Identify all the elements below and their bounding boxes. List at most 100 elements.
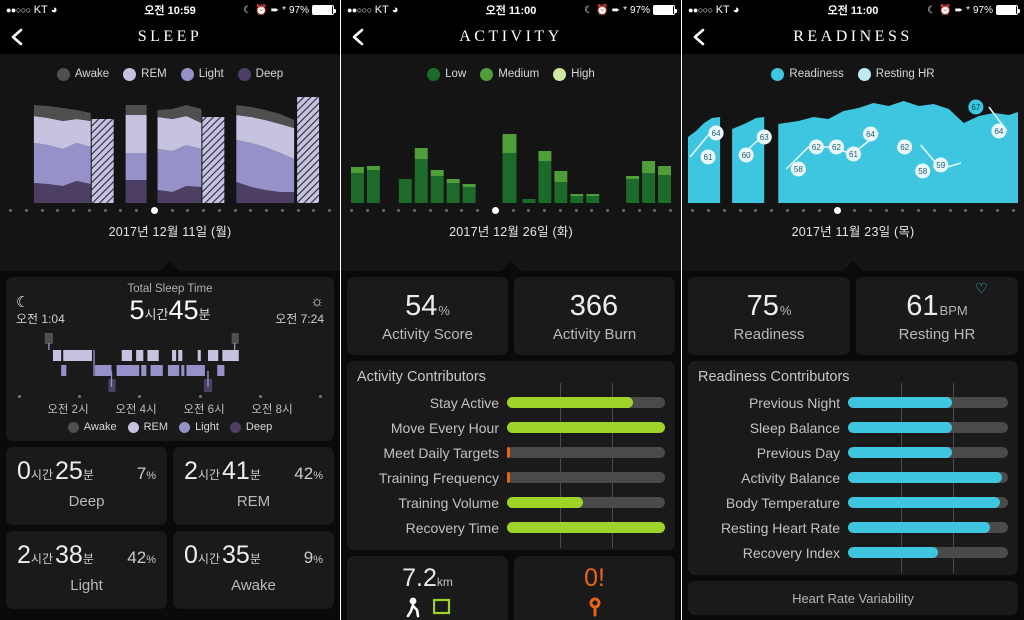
axis-dot[interactable]	[722, 208, 726, 212]
axis-dot[interactable]	[296, 208, 300, 212]
axis-dot[interactable]	[9, 208, 12, 212]
readiness-axis-dots[interactable]	[682, 206, 1024, 214]
axis-dot[interactable]	[103, 208, 107, 212]
axis-dot[interactable]	[869, 208, 873, 212]
activity-burn-card[interactable]: 366 Activity Burn	[514, 277, 675, 355]
activity-score-card[interactable]: 54 % Activity Score	[347, 277, 508, 355]
axis-dot[interactable]	[511, 208, 515, 212]
axis-dot[interactable]	[621, 208, 625, 212]
axis-dot[interactable]	[350, 208, 353, 212]
sleep-trend-chart[interactable]: Awake REM Light Deep 2017년 12월 11일 (월)	[0, 54, 340, 272]
axis-dot[interactable]	[853, 208, 857, 212]
axis-dot[interactable]	[996, 208, 1000, 212]
axis-dot[interactable]	[590, 208, 594, 212]
contributor-row[interactable]: Move Every Hour	[357, 415, 665, 440]
axis-dot[interactable]	[574, 208, 578, 212]
contributor-row[interactable]: Previous Night	[698, 390, 1008, 415]
activity-plot[interactable]	[347, 91, 675, 203]
axis-dot[interactable]	[428, 208, 432, 212]
sleep-plot[interactable]	[6, 91, 334, 203]
contributor-row[interactable]: Training Frequency	[357, 465, 665, 490]
sleep-stat-rem[interactable]: 2 시간 41 분 42% REM	[173, 447, 334, 525]
axis-dot[interactable]	[801, 208, 805, 212]
axis-dot[interactable]	[980, 208, 984, 212]
axis-dot[interactable]	[202, 208, 205, 212]
activity-trend-chart[interactable]: Low Medium High 2017년 12월 26일 (화)	[341, 54, 681, 272]
axis-dot[interactable]	[186, 208, 190, 212]
axis-dot[interactable]	[312, 208, 316, 212]
contributor-row[interactable]: Resting Heart Rate	[698, 515, 1008, 540]
sleep-stat-light[interactable]: 2 시간 38 분 42% Light	[6, 531, 167, 609]
axis-dot[interactable]	[56, 208, 60, 212]
readiness-trend-chart[interactable]: Readiness Resting HR 61 64 60 63 58 62 6…	[682, 54, 1024, 272]
axis-dot[interactable]	[476, 208, 479, 212]
axis-dot[interactable]	[397, 208, 401, 212]
contributor-row[interactable]: Recovery Time	[357, 515, 665, 540]
axis-dot[interactable]	[265, 208, 268, 212]
axis-dot[interactable]	[885, 208, 889, 212]
sleep-stat-deep[interactable]: 0 시간 25 분 7% Deep	[6, 447, 167, 525]
contributor-row[interactable]: Training Volume	[357, 490, 665, 515]
back-button[interactable]	[0, 20, 34, 54]
total-sleep-time-card[interactable]: Total Sleep Time ☾ 오전 1:04 5 시간 45 분 ☼ 오	[6, 277, 334, 441]
axis-dot[interactable]	[706, 208, 710, 212]
axis-dot[interactable]	[444, 208, 448, 212]
axis-dot[interactable]	[770, 208, 774, 212]
axis-dot[interactable]	[381, 208, 385, 212]
contributor-row[interactable]: Previous Day	[698, 440, 1008, 465]
axis-dot[interactable]	[916, 208, 920, 212]
axis-dot[interactable]	[119, 208, 123, 212]
axis-dot[interactable]	[24, 208, 28, 212]
axis-dot[interactable]	[328, 208, 331, 212]
heart-rate-variability-card[interactable]: Heart Rate Variability	[688, 581, 1018, 615]
axis-dot[interactable]	[637, 208, 641, 212]
readiness-score-card[interactable]: 75 % Readiness	[688, 277, 850, 355]
contributor-row[interactable]: Body Temperature	[698, 490, 1008, 515]
axis-dot[interactable]	[527, 208, 531, 212]
contributor-row[interactable]: Meet Daily Targets	[357, 440, 665, 465]
axis-dot[interactable]	[817, 208, 821, 212]
contributor-row[interactable]: Activity Balance	[698, 465, 1008, 490]
axis-dot-selected[interactable]	[150, 206, 158, 214]
axis-dot[interactable]	[460, 208, 464, 212]
sleep-stat-awake[interactable]: 0 시간 35 분 9% Awake	[173, 531, 334, 609]
axis-dot[interactable]	[786, 208, 790, 212]
axis-dot[interactable]	[606, 208, 609, 212]
axis-dot[interactable]	[754, 208, 758, 212]
axis-dot-selected[interactable]	[491, 206, 499, 214]
axis-dot[interactable]	[72, 208, 75, 212]
axis-dot[interactable]	[40, 208, 44, 212]
inactivity-alert-tile[interactable]: 0!	[514, 556, 675, 620]
resting-hr-card[interactable]: 61 BPM ♡ Resting HR	[856, 277, 1018, 355]
distance-tile[interactable]: 7.2km	[347, 556, 508, 620]
axis-dot[interactable]	[558, 208, 562, 212]
contributor-row[interactable]: Recovery Index	[698, 540, 1008, 565]
activity-axis-dots[interactable]	[341, 206, 681, 214]
axis-dot-selected[interactable]	[833, 206, 841, 214]
axis-dot[interactable]	[135, 208, 138, 212]
axis-dot[interactable]	[365, 208, 369, 212]
axis-dot[interactable]	[233, 208, 237, 212]
back-button[interactable]	[341, 20, 375, 54]
axis-dot[interactable]	[691, 208, 694, 212]
axis-dot[interactable]	[948, 208, 952, 212]
axis-dot[interactable]	[932, 208, 936, 212]
axis-dot[interactable]	[1011, 208, 1015, 212]
contributor-row[interactable]: Sleep Balance	[698, 415, 1008, 440]
axis-dot[interactable]	[87, 208, 91, 212]
axis-dot[interactable]	[249, 208, 253, 212]
axis-dot[interactable]	[738, 208, 742, 212]
axis-dot[interactable]	[280, 208, 284, 212]
axis-dot[interactable]	[900, 208, 904, 212]
back-button[interactable]	[682, 20, 716, 54]
readiness-plot[interactable]: 61 64 60 63 58 62 62 61 64 62 58 59 67 6…	[688, 91, 1018, 203]
axis-dot[interactable]	[543, 208, 546, 212]
sleep-axis-dots[interactable]	[0, 206, 340, 214]
axis-dot[interactable]	[653, 208, 657, 212]
axis-dot[interactable]	[964, 208, 968, 212]
contributor-row[interactable]: Stay Active	[357, 390, 665, 415]
axis-dot[interactable]	[413, 208, 416, 212]
axis-dot[interactable]	[669, 208, 672, 212]
axis-dot[interactable]	[217, 208, 221, 212]
axis-dot[interactable]	[170, 208, 174, 212]
